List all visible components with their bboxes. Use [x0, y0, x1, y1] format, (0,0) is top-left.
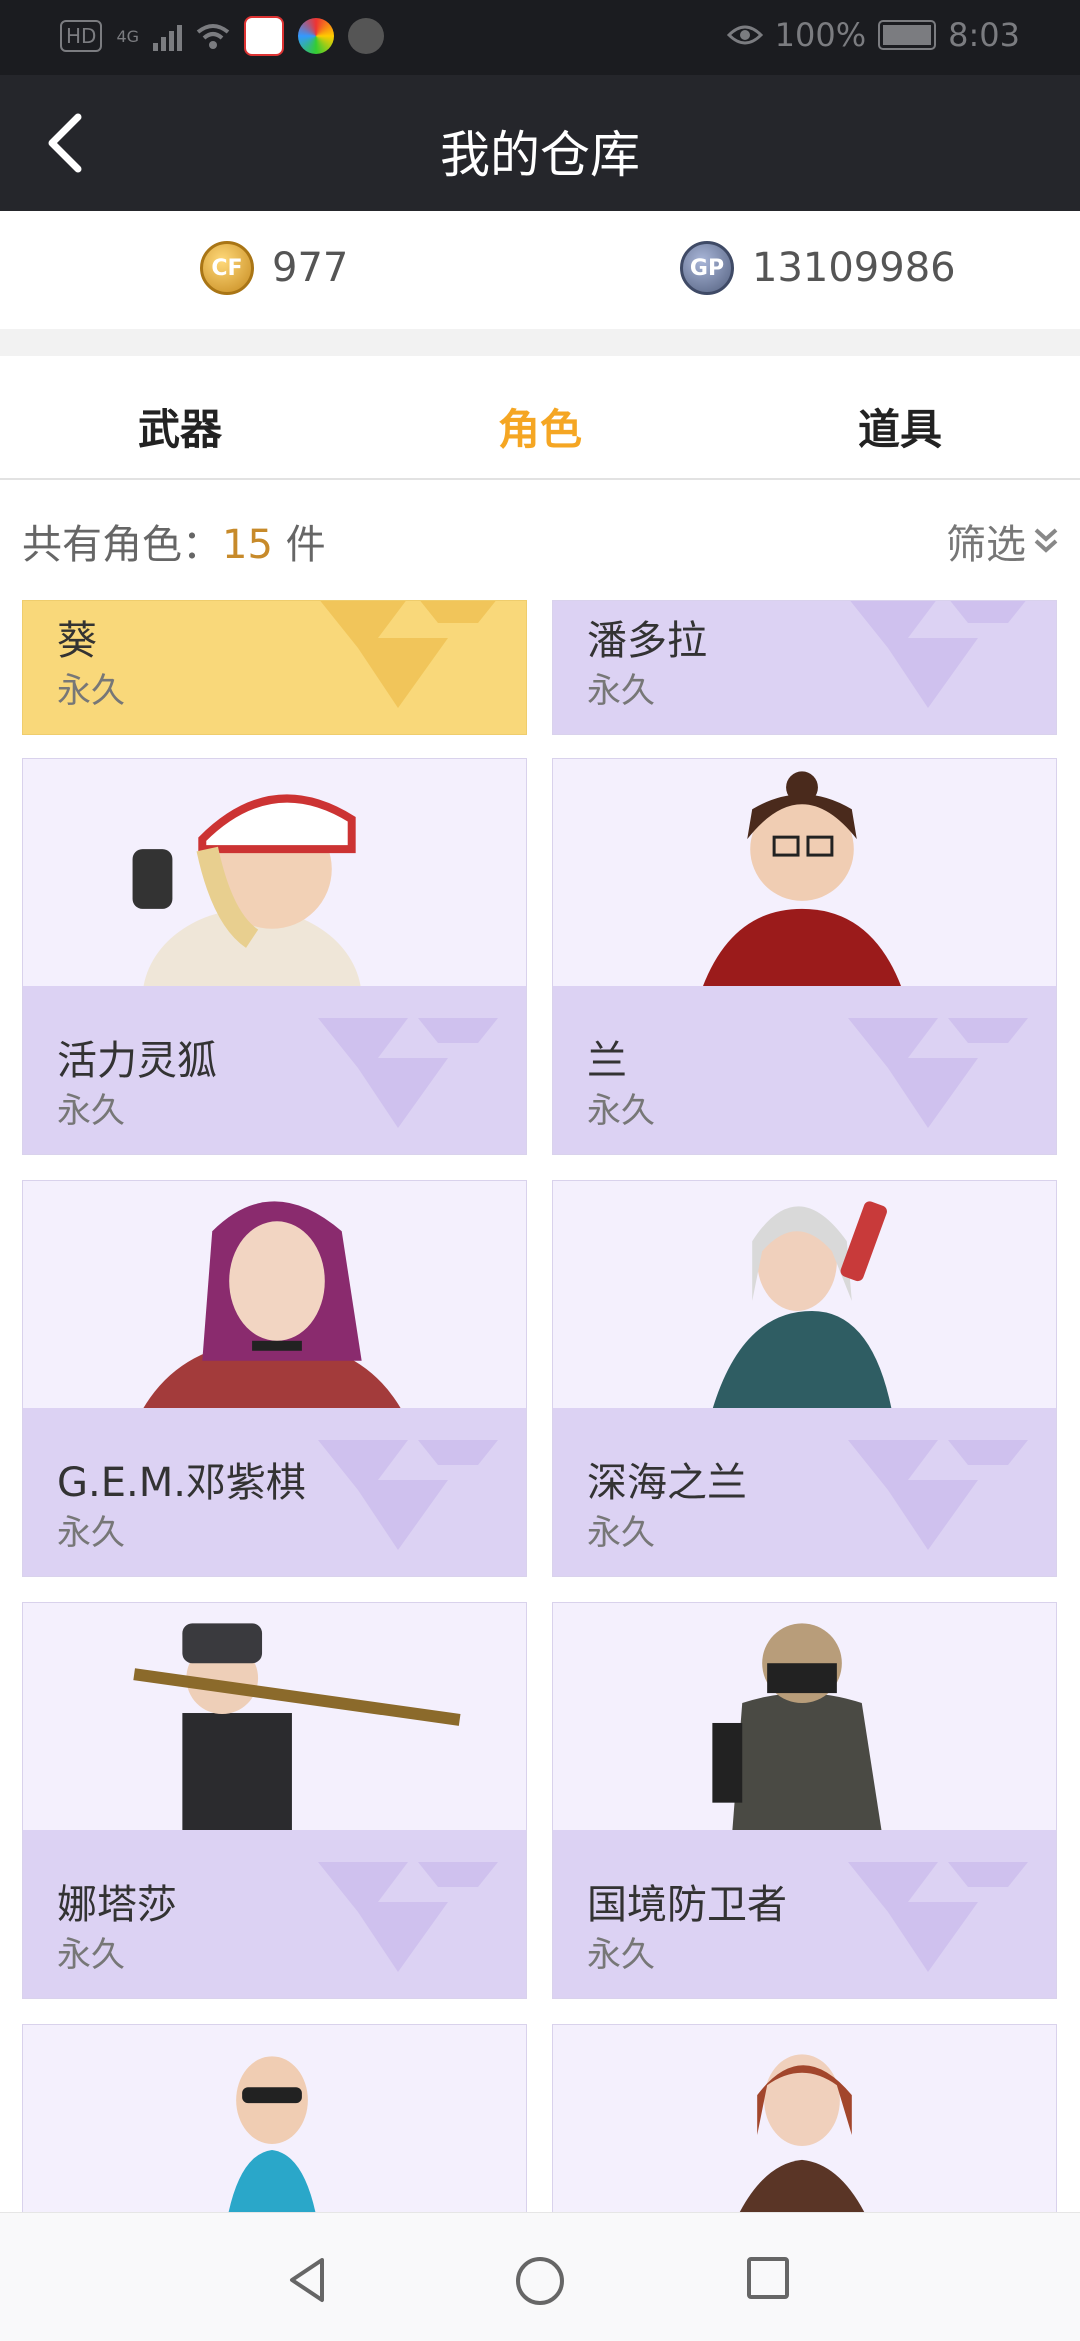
character-card[interactable]: 活力灵狐 永久 — [22, 758, 527, 1155]
cf-coin-icon: CF — [200, 241, 254, 295]
nav-back-icon[interactable] — [282, 2255, 332, 2305]
character-portrait-image — [702, 771, 902, 988]
nav-home-icon[interactable] — [514, 2255, 566, 2307]
tab-characters[interactable]: 角色 — [498, 396, 582, 457]
character-name: 娜塔莎 — [57, 1882, 177, 1928]
cf-watermark-icon — [318, 1862, 498, 1972]
double-chevron-down-icon — [1034, 528, 1058, 553]
category-tabs: 武器 角色 道具 — [0, 356, 1080, 480]
character-card[interactable]: 潘多拉 永久 — [552, 600, 1057, 735]
system-navigation-bar — [0, 2212, 1080, 2341]
character-grid: 葵 永久 潘多拉 永久 活力灵狐 永久 兰 永久 G.E.M.邓紫棋 永久 深海… — [0, 600, 1080, 2212]
eye-icon — [726, 25, 763, 45]
character-portrait-image — [142, 1201, 402, 1410]
gp-coin-icon: GP — [680, 241, 734, 295]
top-nav-bar: 我的仓库 — [0, 75, 1080, 211]
character-duration: 永久 — [57, 1091, 125, 1131]
cf-points-value: 977 — [272, 245, 349, 291]
clock: 8:03 — [948, 16, 1020, 54]
character-name: 潘多拉 — [587, 618, 707, 664]
character-name: 活力灵狐 — [57, 1038, 217, 1084]
count-number: 15 — [222, 522, 273, 568]
character-duration: 永久 — [587, 1513, 655, 1553]
tab-weapons[interactable]: 武器 — [138, 396, 222, 457]
signal-icon — [153, 21, 183, 51]
battery-icon — [878, 20, 937, 50]
character-card[interactable]: 深海之兰 永久 — [552, 1180, 1057, 1577]
count-unit: 件 — [272, 522, 326, 568]
network-label: 4G — [116, 26, 140, 46]
character-portrait-image — [712, 1623, 882, 1832]
cf-watermark-icon — [850, 601, 1026, 708]
colorful-app-icon — [298, 18, 335, 54]
cf-points-balance: CF 977 — [200, 241, 348, 295]
character-name: G.E.M.邓紫棋 — [57, 1460, 306, 1506]
character-portrait-image — [228, 2056, 316, 2212]
character-portrait-image — [739, 2054, 865, 2212]
nav-recents-icon[interactable] — [745, 2255, 791, 2301]
filter-button[interactable]: 筛选 — [946, 512, 1060, 570]
cf-watermark-icon — [318, 1018, 498, 1128]
character-card[interactable] — [552, 2024, 1057, 2212]
cf-watermark-icon — [848, 1440, 1028, 1550]
cf-watermark-icon — [848, 1018, 1028, 1128]
character-name: 国境防卫者 — [587, 1882, 787, 1928]
character-duration: 永久 — [57, 671, 125, 711]
character-card[interactable]: 葵 永久 — [22, 600, 527, 735]
character-name: 深海之兰 — [587, 1460, 747, 1506]
character-count: 共有角色：15 件 — [22, 512, 326, 570]
count-prefix: 共有角色： — [22, 522, 222, 568]
battery-percent: 100% — [774, 16, 867, 54]
character-portrait-image — [132, 794, 361, 988]
sync-app-icon — [348, 18, 385, 54]
gp-balance: GP 13109986 — [680, 241, 956, 295]
cf-watermark-icon — [848, 1862, 1028, 1972]
character-duration: 永久 — [57, 1513, 125, 1553]
tab-items[interactable]: 道具 — [858, 396, 942, 457]
status-bar: HD 4G 100% 8:03 — [0, 0, 1080, 75]
page-title: 我的仓库 — [440, 126, 640, 184]
character-card[interactable] — [22, 2024, 527, 2212]
character-duration: 永久 — [587, 671, 655, 711]
wifi-icon — [196, 24, 230, 49]
character-duration: 永久 — [587, 1091, 655, 1131]
gp-value: 13109986 — [752, 245, 956, 291]
character-card[interactable]: 国境防卫者 永久 — [552, 1602, 1057, 1999]
filter-label: 筛选 — [946, 522, 1026, 568]
character-portrait-image — [712, 1201, 892, 1410]
character-portrait-image — [133, 1623, 461, 1832]
character-card[interactable]: 娜塔莎 永久 — [22, 1602, 527, 1999]
cf-watermark-icon — [318, 1440, 498, 1550]
character-duration: 永久 — [587, 1935, 655, 1975]
character-duration: 永久 — [57, 1935, 125, 1975]
character-card[interactable]: G.E.M.邓紫棋 永久 — [22, 1180, 527, 1577]
hd-icon: HD — [60, 20, 103, 52]
summary-bar: 共有角色：15 件 筛选 — [0, 480, 1080, 600]
character-name: 葵 — [57, 618, 97, 664]
app-notification-icon — [244, 16, 285, 56]
character-card[interactable]: 兰 永久 — [552, 758, 1057, 1155]
balance-bar: CF 977 GP 13109986 — [0, 211, 1080, 329]
cf-watermark-icon — [320, 601, 496, 708]
character-name: 兰 — [587, 1038, 627, 1084]
